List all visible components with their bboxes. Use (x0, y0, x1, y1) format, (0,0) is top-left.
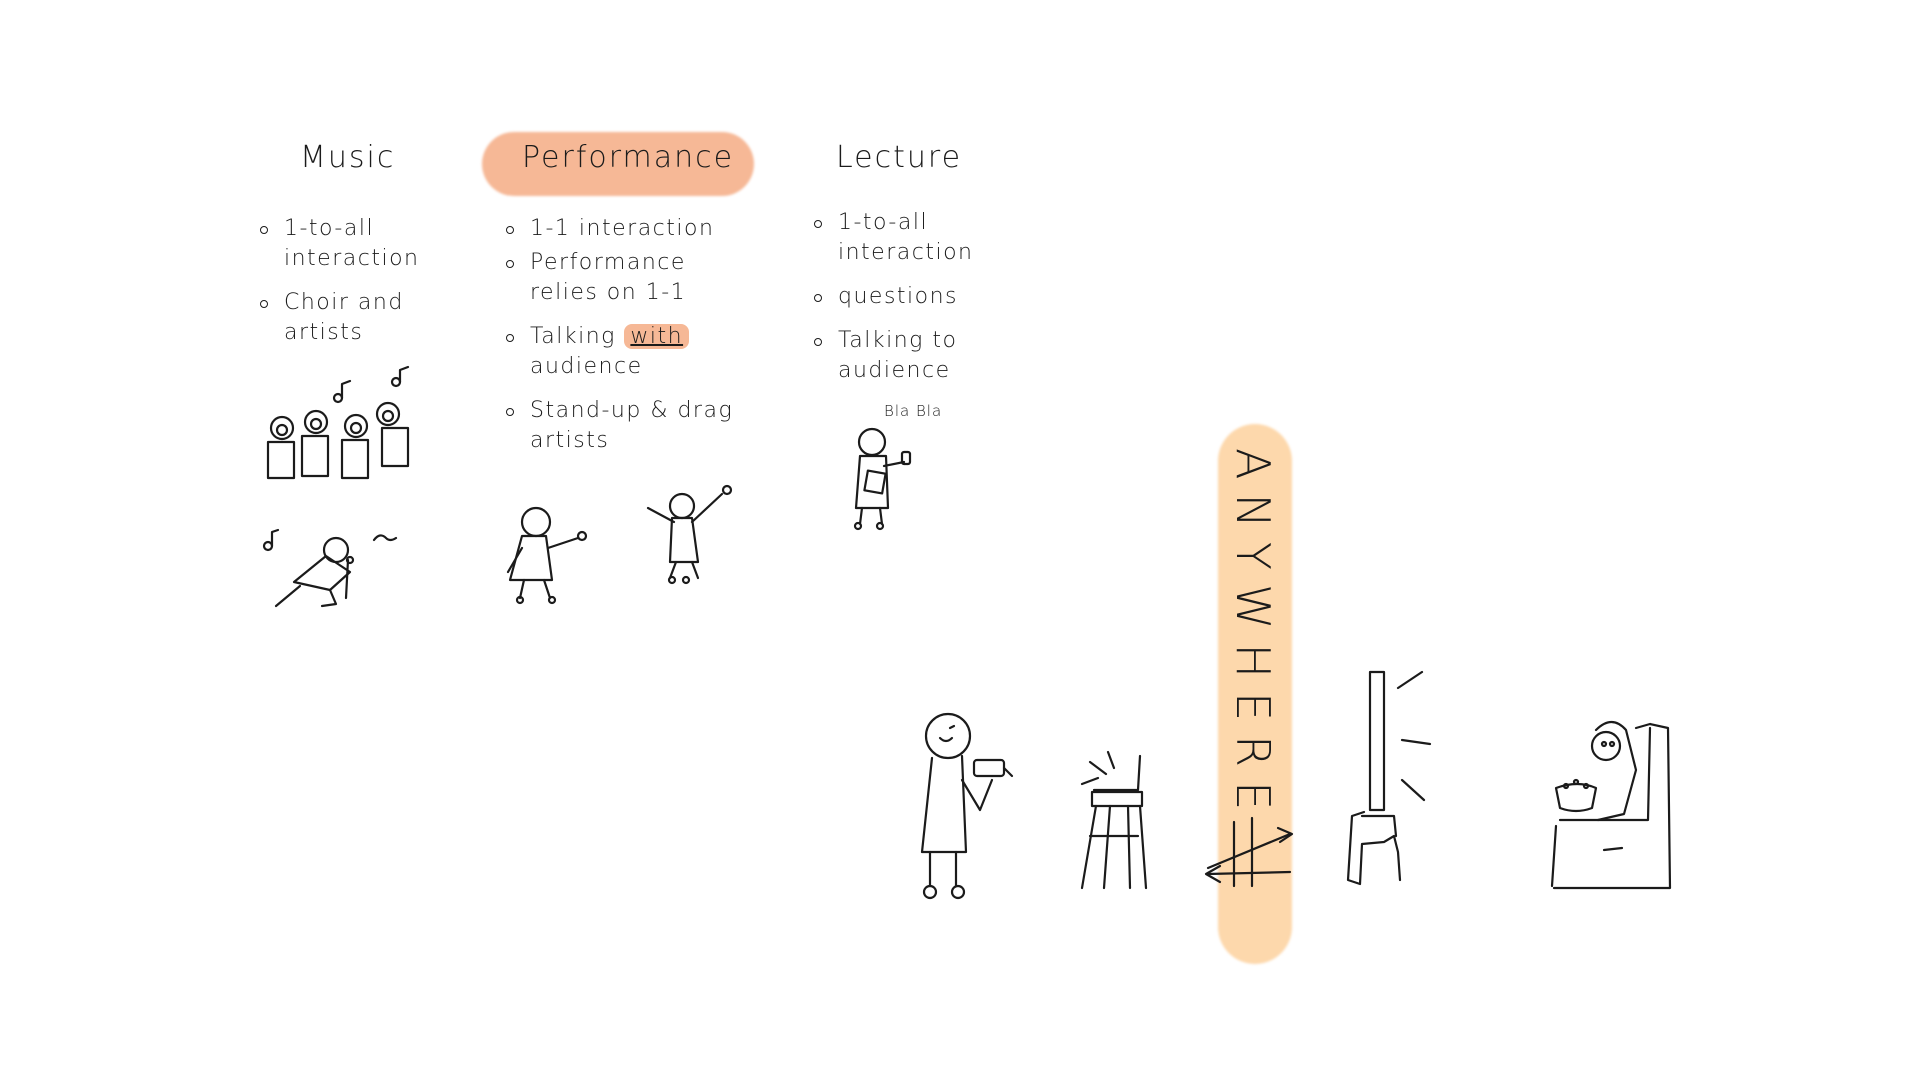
lecturer-figure (853, 427, 912, 531)
performer-figure (646, 484, 733, 585)
singer-figure (274, 536, 355, 608)
sketch-drawings (262, 365, 1672, 900)
phone-user-figure (920, 712, 1014, 900)
music-note-icon (262, 365, 410, 552)
tv-icon (1346, 670, 1432, 886)
arrow-icon (1204, 816, 1294, 888)
laptop-stand-icon (1080, 750, 1148, 890)
performer-figure (506, 506, 588, 605)
choir-figure (266, 401, 410, 480)
armchair-viewer-figure (1550, 720, 1672, 890)
